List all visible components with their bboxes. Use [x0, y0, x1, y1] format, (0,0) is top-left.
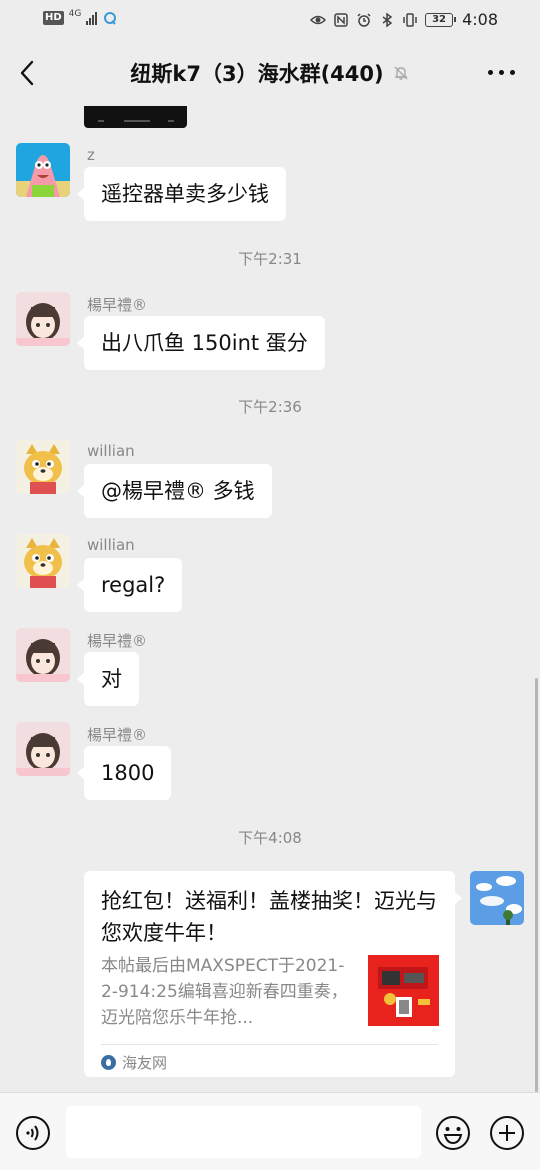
card-description: 本帖最后由MAXSPECT于2021-2-914:25编辑喜迎新春四重奏，迈光陪…	[101, 956, 348, 1028]
emoji-icon[interactable]	[435, 1115, 471, 1151]
sender-name: 楊早禮®	[87, 632, 148, 650]
sender-name: 楊早禮®	[87, 726, 148, 744]
battery-icon: 32	[425, 12, 457, 27]
sender-name: z	[87, 146, 95, 164]
message-bubble[interactable]: 对	[77, 652, 139, 706]
chat-header: 纽斯k7（3）海水群(440)	[0, 40, 540, 106]
sender-name: willian	[87, 536, 135, 554]
sender-name: 楊早禮®	[87, 296, 148, 314]
link-card[interactable]: 抢红包！送福利！盖楼抽奖！迈光与您欢度牛年！ 本帖最后由MAXSPECT于202…	[84, 871, 462, 1077]
avatar-girl[interactable]	[16, 628, 70, 682]
nfc-icon	[334, 12, 348, 27]
card-title: 抢红包！送福利！盖楼抽奖！迈光与您欢度牛年！	[101, 889, 437, 945]
status-left: HD 4G	[43, 8, 118, 26]
more-dot	[488, 69, 493, 75]
avatar-girl[interactable]	[16, 722, 70, 776]
vibrate-icon	[403, 12, 417, 27]
sender-name: willian	[87, 442, 135, 460]
source-logo-icon	[101, 1055, 116, 1070]
avatar-self[interactable]	[470, 871, 524, 925]
more-dot	[510, 69, 515, 75]
avatar-doge[interactable]	[16, 534, 70, 588]
clock: 4:08	[462, 10, 498, 29]
voice-icon[interactable]	[15, 1115, 51, 1151]
scrollbar[interactable]	[535, 678, 538, 1092]
source-name: 海友网	[122, 1054, 168, 1072]
card-source: 海友网	[101, 1052, 167, 1073]
hd-badge: HD	[43, 11, 64, 25]
group-name: 纽斯k7（3）海水群(440)	[130, 62, 384, 86]
sync-icon	[104, 12, 117, 25]
timestamp: 下午4:08	[238, 829, 302, 847]
message-bubble[interactable]: 出八爪鱼 150int 蛋分	[77, 316, 325, 370]
message-input[interactable]	[66, 1106, 421, 1158]
timestamp: 下午2:36	[238, 398, 302, 416]
status-bar: HD 4G 32 4:08	[0, 0, 540, 40]
message-bubble[interactable]: regal?	[76, 558, 183, 612]
eye-icon	[310, 15, 327, 24]
more-dot	[499, 69, 504, 75]
message-list[interactable]: z 遥控器单卖多少钱 下午2:31 楊早禮® 出八爪鱼 150int 蛋分 下午…	[0, 106, 540, 1090]
avatar-girl[interactable]	[16, 292, 70, 346]
timestamp: 下午2:31	[238, 250, 302, 268]
plus-icon[interactable]	[489, 1115, 525, 1151]
avatar-doge[interactable]	[16, 440, 70, 494]
avatar-patrick[interactable]	[16, 143, 70, 197]
bell-off-icon	[394, 66, 408, 80]
message-bubble[interactable]: @楊早禮® 多钱	[77, 464, 272, 518]
more-button[interactable]	[488, 62, 518, 82]
status-right: 32 4:08	[310, 10, 498, 29]
bluetooth-icon	[382, 12, 393, 27]
alarm-icon	[357, 12, 371, 27]
card-thumbnail	[368, 955, 439, 1026]
card-divider	[101, 1044, 438, 1045]
message-bubble[interactable]: 遥控器单卖多少钱	[77, 167, 286, 221]
input-bar	[0, 1092, 540, 1170]
chat-title: 纽斯k7（3）海水群(440)	[0, 58, 540, 88]
image-message-partial[interactable]	[84, 106, 187, 128]
network-type: 4G	[68, 8, 82, 19]
message-bubble[interactable]: 1800	[76, 746, 172, 800]
signal-icon	[86, 11, 98, 25]
